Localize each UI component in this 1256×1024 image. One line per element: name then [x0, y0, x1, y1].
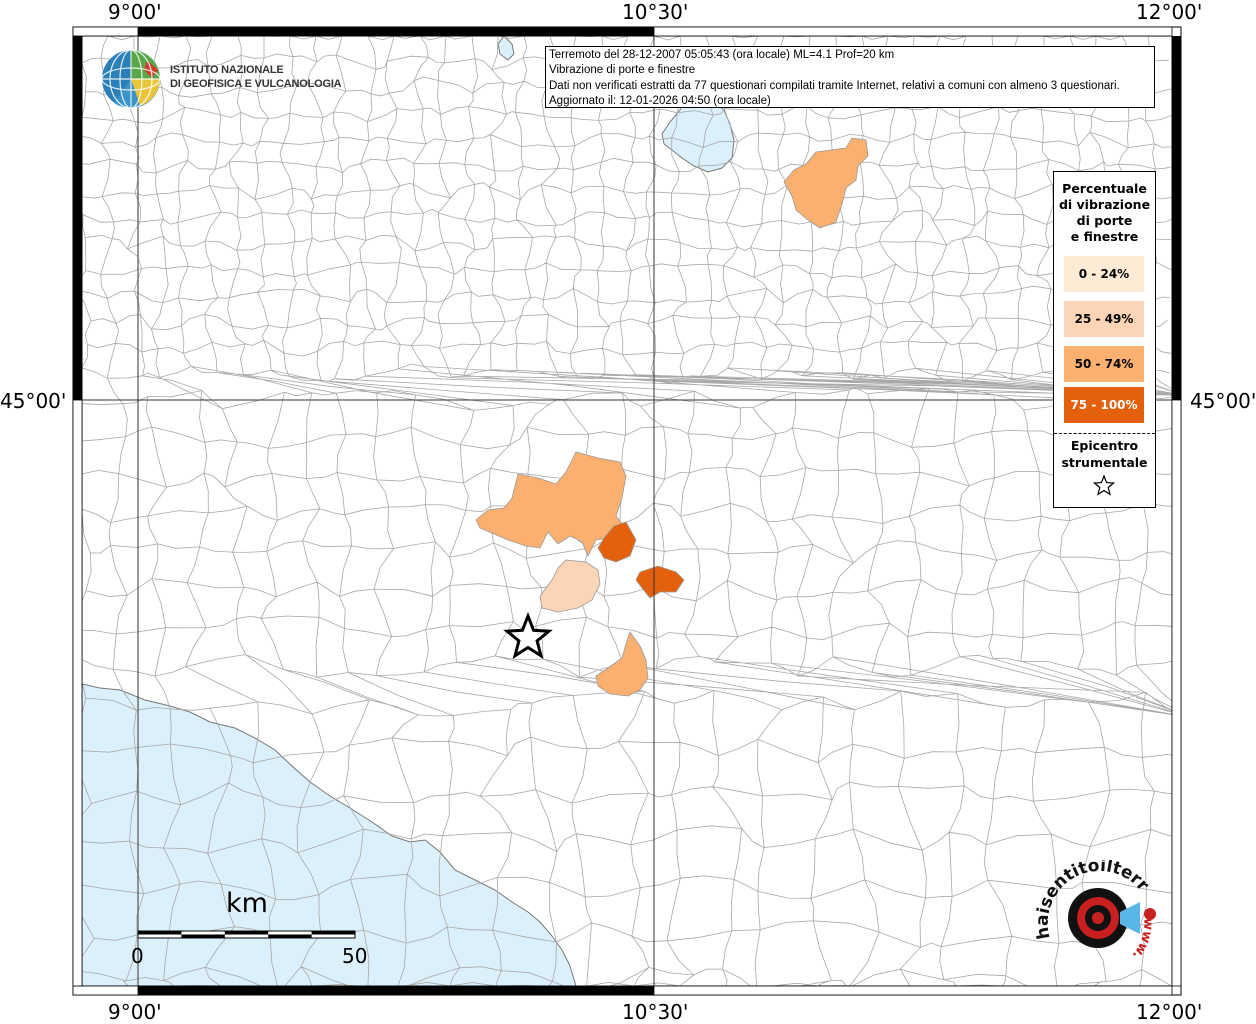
- legend-class-75-100: 75 - 100%: [1064, 387, 1144, 423]
- legend-star-icon: [1092, 474, 1116, 496]
- legend-class-50-74: 50 - 74%: [1064, 346, 1144, 382]
- legend-title: Percentuale di vibrazione di porte e fin…: [1054, 181, 1155, 245]
- lon-label-top-9: 9°00': [108, 0, 162, 24]
- info-line-updated: Aggiornato il: 12-01-2026 04:50 (ora loc…: [549, 94, 771, 107]
- legend: Percentuale di vibrazione di porte e fin…: [1053, 171, 1156, 508]
- legend-class-25-49: 25 - 49%: [1064, 301, 1144, 337]
- hsit-logo-graphic: haisentitoilterremoto.it www.: [1027, 845, 1156, 962]
- legend-epicenter-label: Epicentro strumentale: [1054, 437, 1155, 471]
- lon-label-bottom-12: 12°00': [1136, 1000, 1203, 1024]
- earthquake-info-box: Terremoto del 28-12-2007 05:05:43 (ora l…: [545, 46, 1155, 108]
- legend-title-line: Percentuale: [1062, 181, 1147, 196]
- ingv-logo: ISTITUTO NAZIONALE DI GEOFISICA E VULCAN…: [100, 48, 342, 110]
- scale-bar: [137, 930, 356, 939]
- ingv-name-line2: DI GEOFISICA E VULCANOLOGIA: [170, 78, 342, 90]
- lon-label-bottom-9: 9°00': [108, 1000, 162, 1024]
- info-line-data-note: Dati non verificati estratti da 77 quest…: [549, 79, 1120, 92]
- lon-label-top-10-30: 10°30': [622, 0, 689, 24]
- scale-end-label: 50: [342, 944, 368, 968]
- ingv-name-line1: ISTITUTO NAZIONALE: [170, 64, 284, 76]
- lat-label-left: 45°00': [0, 389, 67, 413]
- legend-epicenter-line: strumentale: [1061, 455, 1148, 470]
- legend-title-line: di vibrazione: [1058, 197, 1151, 212]
- lon-label-top-12: 12°00': [1136, 0, 1203, 24]
- legend-epicenter-line: Epicentro: [1070, 438, 1139, 453]
- legend-title-line: di porte: [1076, 213, 1133, 228]
- legend-class-0-24: 0 - 24%: [1064, 256, 1144, 292]
- scale-unit: km: [226, 888, 268, 919]
- lat-label-right: 45°00': [1190, 389, 1256, 413]
- info-line-event: Terremoto del 28-12-2007 05:05:43 (ora l…: [549, 49, 895, 61]
- hsit-logo: haisentitoilterremoto.it www.: [1027, 845, 1176, 980]
- info-line-parameter: Vibrazione di porte e finestre: [549, 64, 696, 77]
- globe-icon: [101, 49, 161, 109]
- lon-label-bottom-10-30: 10°30': [622, 1000, 689, 1024]
- scale-start-label: 0: [131, 944, 144, 968]
- legend-separator: [1054, 433, 1155, 434]
- legend-title-line: e finestre: [1070, 229, 1139, 244]
